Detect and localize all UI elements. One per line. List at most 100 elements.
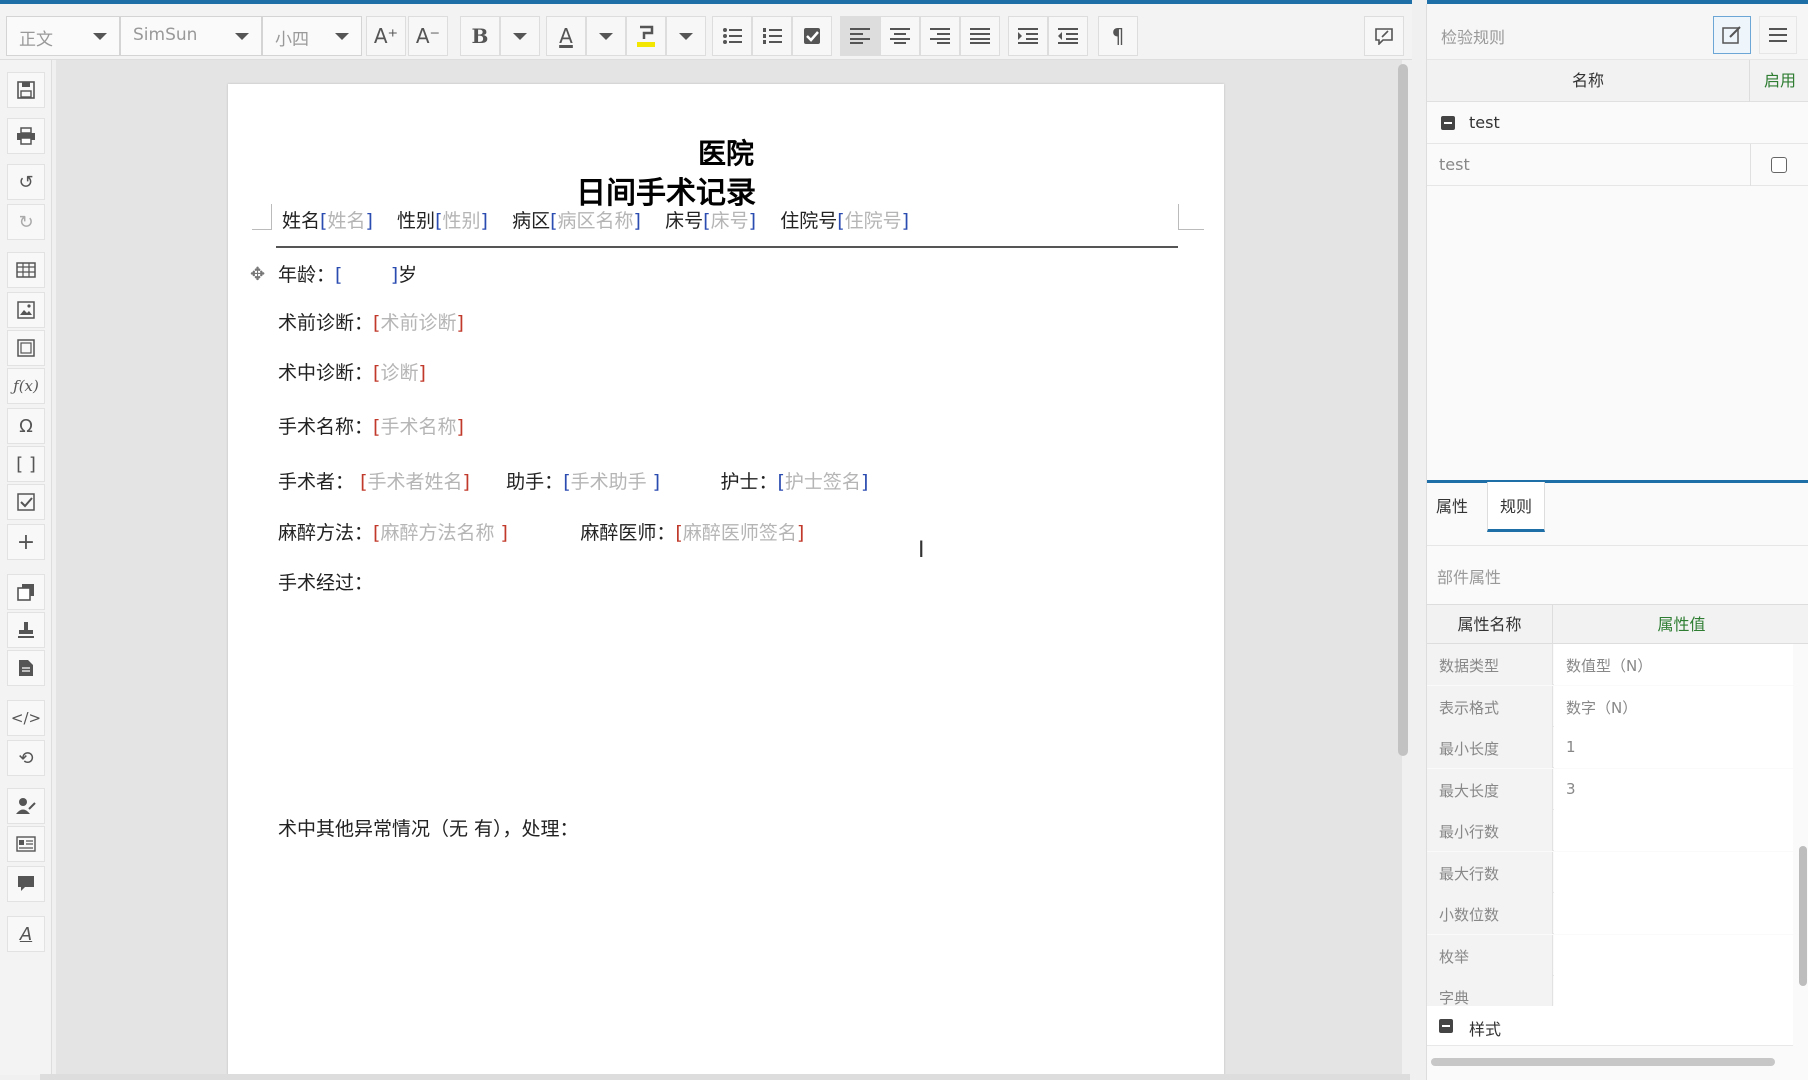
history-button[interactable]: ⟲ bbox=[7, 740, 45, 776]
operation-name-line: 手术名称：[手术名称] bbox=[278, 412, 464, 439]
numbered-list-button[interactable] bbox=[752, 16, 792, 56]
highlight-button[interactable] bbox=[626, 16, 666, 56]
property-row[interactable]: 数据类型 数值型（N） bbox=[1427, 644, 1793, 685]
property-value-cell[interactable]: 数值型（N） bbox=[1554, 644, 1793, 685]
property-row[interactable]: 最小长度 1 bbox=[1427, 727, 1793, 768]
insert-formula-button[interactable]: ƒ(x) bbox=[7, 368, 45, 404]
align-center-button[interactable] bbox=[880, 16, 920, 56]
font-color-options-button[interactable] bbox=[586, 16, 626, 56]
checkbox-list-button[interactable] bbox=[792, 16, 832, 56]
insert-table-button[interactable] bbox=[7, 252, 45, 288]
align-right-button[interactable] bbox=[920, 16, 960, 56]
highlight-options-button[interactable] bbox=[666, 16, 706, 56]
save-button[interactable] bbox=[7, 72, 45, 108]
copy-button[interactable] bbox=[7, 574, 45, 610]
font-shrink-button[interactable]: A⁻ bbox=[408, 16, 448, 56]
text-cursor-icon: I bbox=[918, 538, 925, 563]
font-color-button[interactable]: A bbox=[546, 16, 586, 56]
intra-diagnosis-field[interactable]: [诊断] bbox=[373, 362, 426, 384]
anesthesiologist-field[interactable]: [麻醉医师签名] bbox=[675, 522, 804, 544]
bold-button[interactable]: B bbox=[460, 16, 500, 56]
rule-group-row[interactable]: test bbox=[1427, 102, 1808, 144]
surgeon-field[interactable]: [手术者姓名] bbox=[360, 471, 470, 493]
property-row[interactable]: 表示格式 数字（N） bbox=[1427, 685, 1793, 727]
rule-enable-checkbox[interactable] bbox=[1771, 157, 1787, 173]
age-field[interactable]: [ ] bbox=[335, 264, 398, 286]
property-value-cell[interactable] bbox=[1554, 810, 1793, 851]
editor-vertical-scrollbar[interactable] bbox=[1398, 64, 1408, 756]
anesthesia-method-field[interactable]: [麻醉方法名称 ] bbox=[373, 522, 508, 544]
properties-horizontal-scrollbar[interactable] bbox=[1431, 1058, 1775, 1066]
source-code-button[interactable]: </> bbox=[7, 700, 45, 736]
indent-button[interactable] bbox=[1008, 16, 1048, 56]
tab-properties[interactable]: 属性 bbox=[1427, 482, 1477, 532]
function-icon: ƒ(x) bbox=[13, 377, 39, 395]
column-divider bbox=[1750, 144, 1751, 186]
align-left-button[interactable] bbox=[840, 16, 880, 56]
inpatient-no-placeholder: 住院号 bbox=[844, 210, 902, 232]
stamp-button[interactable] bbox=[7, 612, 45, 648]
menu-button[interactable] bbox=[1759, 16, 1797, 54]
property-row[interactable]: 枚举 bbox=[1427, 934, 1793, 976]
font-family-select[interactable]: SimSun bbox=[120, 16, 262, 56]
align-justify-button[interactable] bbox=[960, 16, 1000, 56]
rules-panel-header: 检验规则 bbox=[1427, 4, 1808, 60]
redo-button[interactable]: ↻ bbox=[7, 204, 45, 240]
assistant-field[interactable]: [手术助手 ] bbox=[563, 471, 660, 493]
property-row[interactable]: 最大行数 bbox=[1427, 851, 1793, 893]
operation-name-field[interactable]: [手术名称] bbox=[373, 416, 464, 438]
comment-button[interactable] bbox=[7, 866, 45, 902]
insert-frame-button[interactable] bbox=[7, 330, 45, 366]
property-value-cell[interactable]: 数字（N） bbox=[1554, 685, 1793, 727]
document-page[interactable]: 医院 日间手术记录 姓名[姓名] 性别[性别] 病区[病区名称] 床号[床号] … bbox=[228, 84, 1224, 1075]
outdent-button[interactable] bbox=[1048, 16, 1088, 56]
property-name-cell: 数据类型 bbox=[1427, 644, 1553, 685]
style-group-row[interactable]: 样式 bbox=[1427, 1006, 1793, 1046]
insert-image-button[interactable] bbox=[7, 292, 45, 328]
collapse-icon[interactable] bbox=[1441, 116, 1455, 130]
nurse-field[interactable]: [护士签名] bbox=[778, 471, 869, 493]
paragraph-mark-button[interactable]: ¶ bbox=[1098, 16, 1138, 56]
collapse-icon[interactable] bbox=[1439, 1019, 1453, 1033]
property-name-cell: 表示格式 bbox=[1427, 685, 1553, 727]
signature-button[interactable]: A bbox=[7, 916, 45, 952]
paragraph-style-select[interactable]: 正文 bbox=[6, 16, 120, 56]
property-value-cell[interactable]: 1 bbox=[1554, 727, 1793, 768]
gender-field[interactable]: 性别[性别] bbox=[397, 210, 488, 232]
insert-field-button[interactable]: [ ] bbox=[7, 446, 45, 482]
id-card-button[interactable] bbox=[7, 826, 45, 862]
header-corner-right bbox=[1178, 204, 1204, 230]
font-grow-button[interactable]: A⁺ bbox=[366, 16, 406, 56]
properties-vertical-scrollbar[interactable] bbox=[1799, 846, 1807, 986]
insert-symbol-button[interactable]: Ω bbox=[7, 408, 45, 444]
editor-bottom-edge bbox=[40, 1074, 1410, 1080]
property-value-cell[interactable] bbox=[1554, 934, 1793, 976]
property-value-cell[interactable]: 3 bbox=[1554, 768, 1793, 810]
property-value-cell[interactable] bbox=[1554, 851, 1793, 893]
rule-item-row[interactable]: test bbox=[1427, 144, 1808, 186]
comment-toggle-button[interactable] bbox=[1364, 16, 1404, 56]
bold-options-button[interactable] bbox=[500, 16, 540, 56]
ward-field[interactable]: 病区[病区名称] bbox=[512, 210, 641, 232]
property-row[interactable]: 小数位数 bbox=[1427, 893, 1793, 934]
edit-rules-button[interactable] bbox=[1713, 16, 1751, 54]
pre-diagnosis-field[interactable]: [术前诊断] bbox=[373, 312, 464, 334]
bullet-list-button[interactable] bbox=[712, 16, 752, 56]
print-button[interactable] bbox=[7, 118, 45, 154]
property-row[interactable]: 最小行数 bbox=[1427, 810, 1793, 851]
user-sign-button[interactable] bbox=[7, 788, 45, 824]
insert-plus-button[interactable]: + bbox=[7, 524, 45, 560]
bed-field[interactable]: 床号[床号] bbox=[665, 210, 756, 232]
inpatient-no-field[interactable]: 住院号[住院号] bbox=[780, 210, 909, 232]
property-value-cell[interactable] bbox=[1554, 893, 1793, 934]
insert-checkbox-button[interactable] bbox=[7, 484, 45, 520]
font-size-select[interactable]: 小四 bbox=[262, 16, 362, 56]
property-name-cell: 最小长度 bbox=[1427, 727, 1553, 768]
move-handle-icon[interactable]: ✥ bbox=[250, 264, 265, 285]
ward-placeholder: 病区名称 bbox=[557, 210, 634, 232]
tab-rules[interactable]: 规则 bbox=[1487, 482, 1545, 532]
name-field[interactable]: 姓名[姓名] bbox=[282, 210, 373, 232]
document-button[interactable] bbox=[7, 650, 45, 686]
undo-button[interactable]: ↺ bbox=[7, 164, 45, 200]
property-row[interactable]: 最大长度 3 bbox=[1427, 768, 1793, 810]
